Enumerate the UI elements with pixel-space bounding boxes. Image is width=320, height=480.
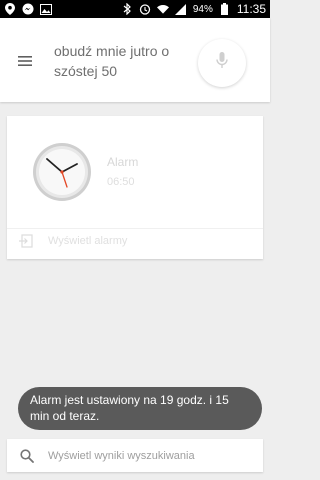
- alarm-icon: [139, 3, 151, 15]
- bluetooth-icon: [121, 3, 133, 15]
- show-search-results-bar[interactable]: Wyświetl wyniki wyszukiwania: [7, 439, 263, 472]
- show-search-results-label[interactable]: Wyświetl wyniki wyszukiwania: [48, 450, 195, 462]
- status-time: 11:35: [236, 2, 266, 16]
- card-divider: [7, 228, 263, 229]
- show-alarms-link[interactable]: Wyświetl alarmy: [48, 235, 127, 247]
- messenger-icon: [22, 3, 34, 15]
- location-icon: [4, 3, 16, 15]
- alarm-card[interactable]: Alarm 06:50 Wyświetl alarmy: [7, 116, 263, 259]
- gallery-icon: [40, 3, 52, 15]
- voice-query-text[interactable]: obudź mnie jutro o szóstej 50: [54, 41, 194, 81]
- toast-message: Alarm jest ustawiony na 19 godz. i 15 mi…: [18, 387, 262, 430]
- status-bar: 94% 11:35: [0, 0, 270, 18]
- signal-icon: [175, 3, 187, 15]
- battery-percent: 94%: [192, 3, 213, 15]
- clock-icon: [32, 142, 92, 202]
- alarm-title: Alarm: [107, 155, 139, 169]
- wifi-icon: [156, 3, 169, 15]
- battery-icon: [219, 3, 231, 15]
- microphone-icon: [216, 51, 228, 75]
- search-icon: [20, 449, 34, 463]
- alarm-time: 06:50: [107, 176, 135, 188]
- microphone-button[interactable]: [198, 39, 246, 87]
- status-right-icons: 94% 11:35: [121, 2, 266, 16]
- menu-icon[interactable]: [18, 54, 32, 66]
- open-icon: [19, 234, 33, 248]
- search-header: obudź mnie jutro o szóstej 50: [0, 18, 270, 102]
- status-left-icons: [4, 3, 52, 15]
